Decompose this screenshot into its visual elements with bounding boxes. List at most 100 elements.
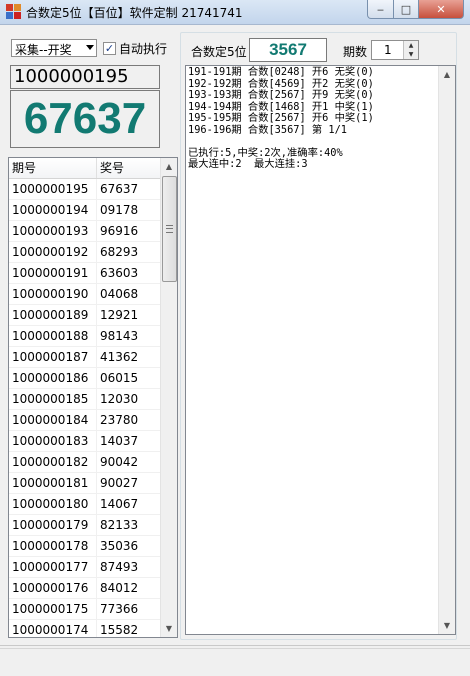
cell-number: 12921 <box>100 308 139 322</box>
app-icon <box>6 4 21 19</box>
table-row[interactable]: 1000000177 87493 <box>9 557 161 578</box>
scroll-up-icon[interactable]: ▲ <box>439 66 455 83</box>
auto-execute-label: 自动执行 <box>119 42 168 56</box>
periods-value[interactable]: 1 <box>384 43 392 57</box>
cell-number: 68293 <box>100 245 139 259</box>
table-row[interactable]: 1000000176 84012 <box>9 578 161 599</box>
table-row[interactable]: 1000000188 98143 <box>9 326 161 347</box>
stepper-buttons: ▲ ▼ <box>403 41 418 59</box>
cell-issue: 1000000177 <box>9 557 97 577</box>
table-scrollbar[interactable]: ▲ ▼ <box>160 158 177 637</box>
periods-stepper[interactable]: 1 ▲ ▼ <box>371 40 419 60</box>
cell-number: 41362 <box>100 350 139 364</box>
stepper-down-icon[interactable]: ▼ <box>404 50 418 59</box>
status-bar <box>0 648 470 676</box>
cell-issue: 1000000182 <box>9 452 97 472</box>
log-line: 195-195期 合数[2567] 开6 中奖(1) <box>188 112 374 124</box>
cell-number: 87493 <box>100 560 139 574</box>
cell-issue: 1000000176 <box>9 578 97 598</box>
current-issue-display: 1000000195 <box>10 65 160 89</box>
maximize-button[interactable]: □ <box>394 0 419 19</box>
cell-number: 96916 <box>100 224 139 238</box>
table-header: 期号 奖号 <box>9 158 161 179</box>
cell-issue: 1000000184 <box>9 410 97 430</box>
cell-issue: 1000000190 <box>9 284 97 304</box>
table-row[interactable]: 1000000187 41362 <box>9 347 161 368</box>
result-log[interactable]: 191-191期 合数[0248] 开6 无奖(0) 192-192期 合数[45… <box>185 65 456 635</box>
cell-issue: 1000000179 <box>9 515 97 535</box>
table-row[interactable]: 1000000186 06015 <box>9 368 161 389</box>
minimize-button[interactable]: ‒ <box>367 0 394 19</box>
auto-execute-checkbox[interactable]: ✓ 自动执行 <box>103 40 167 57</box>
current-number-display: 67637 <box>10 90 160 148</box>
mode-select-value: 采集--开奖 <box>15 43 72 57</box>
grip-icon <box>166 225 173 233</box>
column-header-issue[interactable]: 期号 <box>9 158 97 178</box>
cell-issue: 1000000188 <box>9 326 97 346</box>
cell-number: 98143 <box>100 329 139 343</box>
chevron-down-icon[interactable] <box>86 45 94 50</box>
window-controls: ‒ □ ✕ <box>367 0 464 19</box>
cell-number: 09178 <box>100 203 139 217</box>
table-row[interactable]: 1000000174 15582 <box>9 620 161 637</box>
cell-issue: 1000000193 <box>9 221 97 241</box>
table-row[interactable]: 1000000193 96916 <box>9 221 161 242</box>
close-icon: ✕ <box>436 2 446 16</box>
cell-issue: 1000000175 <box>9 599 97 619</box>
title-bar: 合数定5位【百位】软件定制 21741741 ‒ □ ✕ <box>0 0 470 25</box>
cell-issue: 1000000185 <box>9 389 97 409</box>
table-row[interactable]: 1000000184 23780 <box>9 410 161 431</box>
log-line: 最大连中:2 最大连挂:3 <box>188 158 308 170</box>
table-row[interactable]: 1000000189 12921 <box>9 305 161 326</box>
periods-label: 期数 <box>343 45 368 59</box>
table-row[interactable]: 1000000192 68293 <box>9 242 161 263</box>
table-row[interactable]: 1000000194 09178 <box>9 200 161 221</box>
cell-issue: 1000000178 <box>9 536 97 556</box>
sum-value-display: 3567 <box>249 38 327 62</box>
column-header-number[interactable]: 奖号 <box>97 158 161 178</box>
cell-number: 35036 <box>100 539 139 553</box>
cell-number: 15582 <box>100 623 139 637</box>
cell-number: 12030 <box>100 392 139 406</box>
window-title: 合数定5位【百位】软件定制 21741741 <box>26 6 243 20</box>
table-row[interactable]: 1000000175 77366 <box>9 599 161 620</box>
table-row[interactable]: 1000000178 35036 <box>9 536 161 557</box>
cell-issue: 1000000195 <box>9 179 97 199</box>
table-row[interactable]: 1000000181 90027 <box>9 473 161 494</box>
cell-issue: 1000000181 <box>9 473 97 493</box>
cell-number: 63603 <box>100 266 139 280</box>
checkbox-box[interactable]: ✓ <box>103 42 116 55</box>
mode-select[interactable]: 采集--开奖 <box>11 39 97 57</box>
cell-number: 14037 <box>100 434 139 448</box>
table-row[interactable]: 1000000182 90042 <box>9 452 161 473</box>
cell-number: 77366 <box>100 602 139 616</box>
table-row[interactable]: 1000000190 04068 <box>9 284 161 305</box>
cell-number: 04068 <box>100 287 139 301</box>
cell-number: 90027 <box>100 476 139 490</box>
cell-issue: 1000000174 <box>9 620 97 637</box>
table-body: 1000000195 67637 1000000194 09178 1000000193… <box>9 179 161 637</box>
close-button[interactable]: ✕ <box>419 0 464 19</box>
table-row[interactable]: 1000000195 67637 <box>9 179 161 200</box>
cell-issue: 1000000192 <box>9 242 97 262</box>
cell-number: 23780 <box>100 413 139 427</box>
cell-number: 90042 <box>100 455 139 469</box>
sum-label: 合数定5位 <box>191 45 247 59</box>
cell-issue: 1000000189 <box>9 305 97 325</box>
scroll-down-icon[interactable]: ▼ <box>439 617 455 634</box>
table-row[interactable]: 1000000180 14067 <box>9 494 161 515</box>
history-table[interactable]: 期号 奖号 1000000195 67637 1000000194 09178 1000… <box>8 157 178 638</box>
table-row[interactable]: 1000000185 12030 <box>9 389 161 410</box>
scroll-down-icon[interactable]: ▼ <box>161 620 177 637</box>
cell-issue: 1000000180 <box>9 494 97 514</box>
log-line: 191-191期 合数[0248] 开6 无奖(0) <box>188 66 374 78</box>
cell-number: 14067 <box>100 497 139 511</box>
cell-issue: 1000000194 <box>9 200 97 220</box>
log-scrollbar[interactable]: ▲ ▼ <box>438 66 455 634</box>
scroll-up-icon[interactable]: ▲ <box>161 158 177 175</box>
table-row[interactable]: 1000000179 82133 <box>9 515 161 536</box>
table-row[interactable]: 1000000191 63603 <box>9 263 161 284</box>
table-row[interactable]: 1000000183 14037 <box>9 431 161 452</box>
minimize-icon: ‒ <box>377 2 384 16</box>
scroll-thumb[interactable] <box>162 176 177 282</box>
